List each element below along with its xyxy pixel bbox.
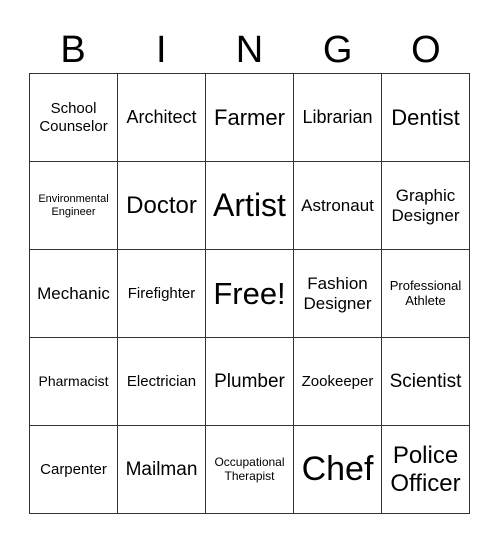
bingo-cell[interactable]: Occupational Therapist bbox=[206, 426, 294, 514]
free-space-cell[interactable]: Free! bbox=[206, 250, 294, 338]
bingo-cell[interactable]: Fashion Designer bbox=[294, 250, 382, 338]
bingo-cell[interactable]: Farmer bbox=[206, 74, 294, 162]
bingo-cell[interactable]: Pharmacist bbox=[30, 338, 118, 426]
bingo-cell[interactable]: Artist bbox=[206, 162, 294, 250]
bingo-cell[interactable]: Graphic Designer bbox=[382, 162, 470, 250]
bingo-grid: School Counselor Architect Farmer Librar… bbox=[29, 73, 470, 514]
header-letter-i: I bbox=[156, 29, 167, 71]
bingo-cell[interactable]: Mailman bbox=[118, 426, 206, 514]
bingo-cell[interactable]: Mechanic bbox=[30, 250, 118, 338]
bingo-cell[interactable]: Firefighter bbox=[118, 250, 206, 338]
header-letter-o: O bbox=[411, 29, 441, 71]
header-letter-g: G bbox=[322, 29, 353, 71]
bingo-cell[interactable]: Police Officer bbox=[382, 426, 470, 514]
bingo-cell[interactable]: Carpenter bbox=[30, 426, 118, 514]
bingo-cell[interactable]: Doctor bbox=[118, 162, 206, 250]
header-letter-n: N bbox=[235, 29, 264, 71]
bingo-cell[interactable]: School Counselor bbox=[30, 74, 118, 162]
bingo-cell[interactable]: Zookeeper bbox=[294, 338, 382, 426]
bingo-header: B I N G O bbox=[29, 28, 470, 72]
bingo-cell[interactable]: Librarian bbox=[294, 74, 382, 162]
bingo-cell[interactable]: Professional Athlete bbox=[382, 250, 470, 338]
bingo-cell[interactable]: Electrician bbox=[118, 338, 206, 426]
bingo-cell[interactable]: Environmental Engineer bbox=[30, 162, 118, 250]
bingo-cell[interactable]: Architect bbox=[118, 74, 206, 162]
bingo-cell[interactable]: Plumber bbox=[206, 338, 294, 426]
header-letter-b: B bbox=[60, 29, 86, 71]
bingo-cell[interactable]: Dentist bbox=[382, 74, 470, 162]
bingo-cell[interactable]: Chef bbox=[294, 426, 382, 514]
bingo-cell[interactable]: Scientist bbox=[382, 338, 470, 426]
bingo-cell[interactable]: Astronaut bbox=[294, 162, 382, 250]
